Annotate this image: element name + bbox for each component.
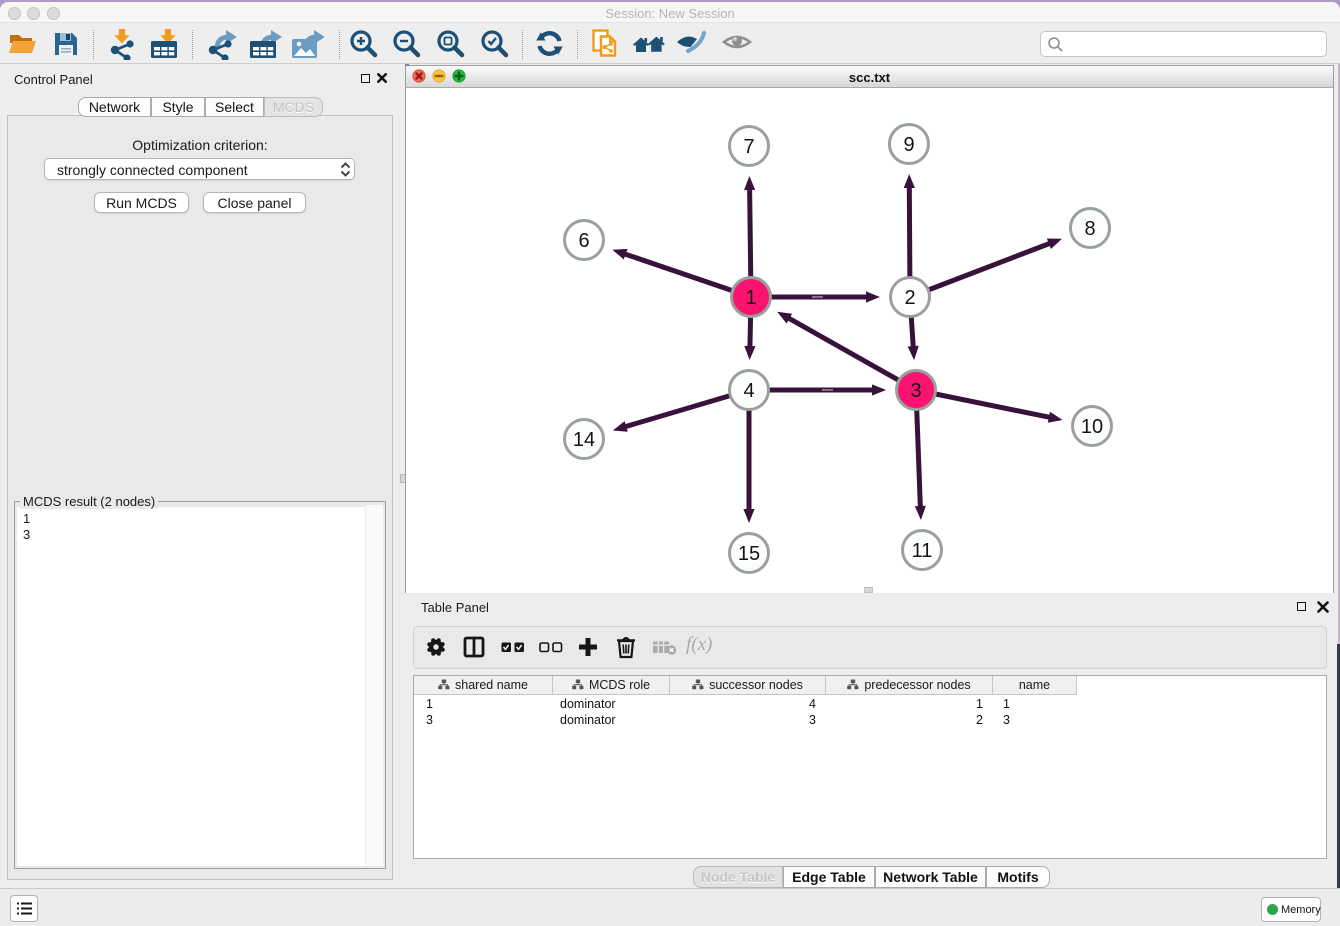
svg-text:1: 1 bbox=[745, 287, 756, 309]
svg-text:7: 7 bbox=[743, 136, 754, 158]
svg-text:2: 2 bbox=[904, 287, 915, 309]
svg-text:3: 3 bbox=[910, 380, 921, 402]
svg-text:8: 8 bbox=[1084, 218, 1095, 240]
svg-text:10: 10 bbox=[1081, 416, 1103, 438]
svg-text:14: 14 bbox=[573, 429, 595, 451]
svg-text:11: 11 bbox=[912, 540, 933, 562]
svg-text:4: 4 bbox=[743, 380, 754, 402]
svg-text:15: 15 bbox=[738, 543, 760, 565]
svg-text:6: 6 bbox=[578, 230, 589, 252]
svg-text:9: 9 bbox=[903, 134, 914, 156]
